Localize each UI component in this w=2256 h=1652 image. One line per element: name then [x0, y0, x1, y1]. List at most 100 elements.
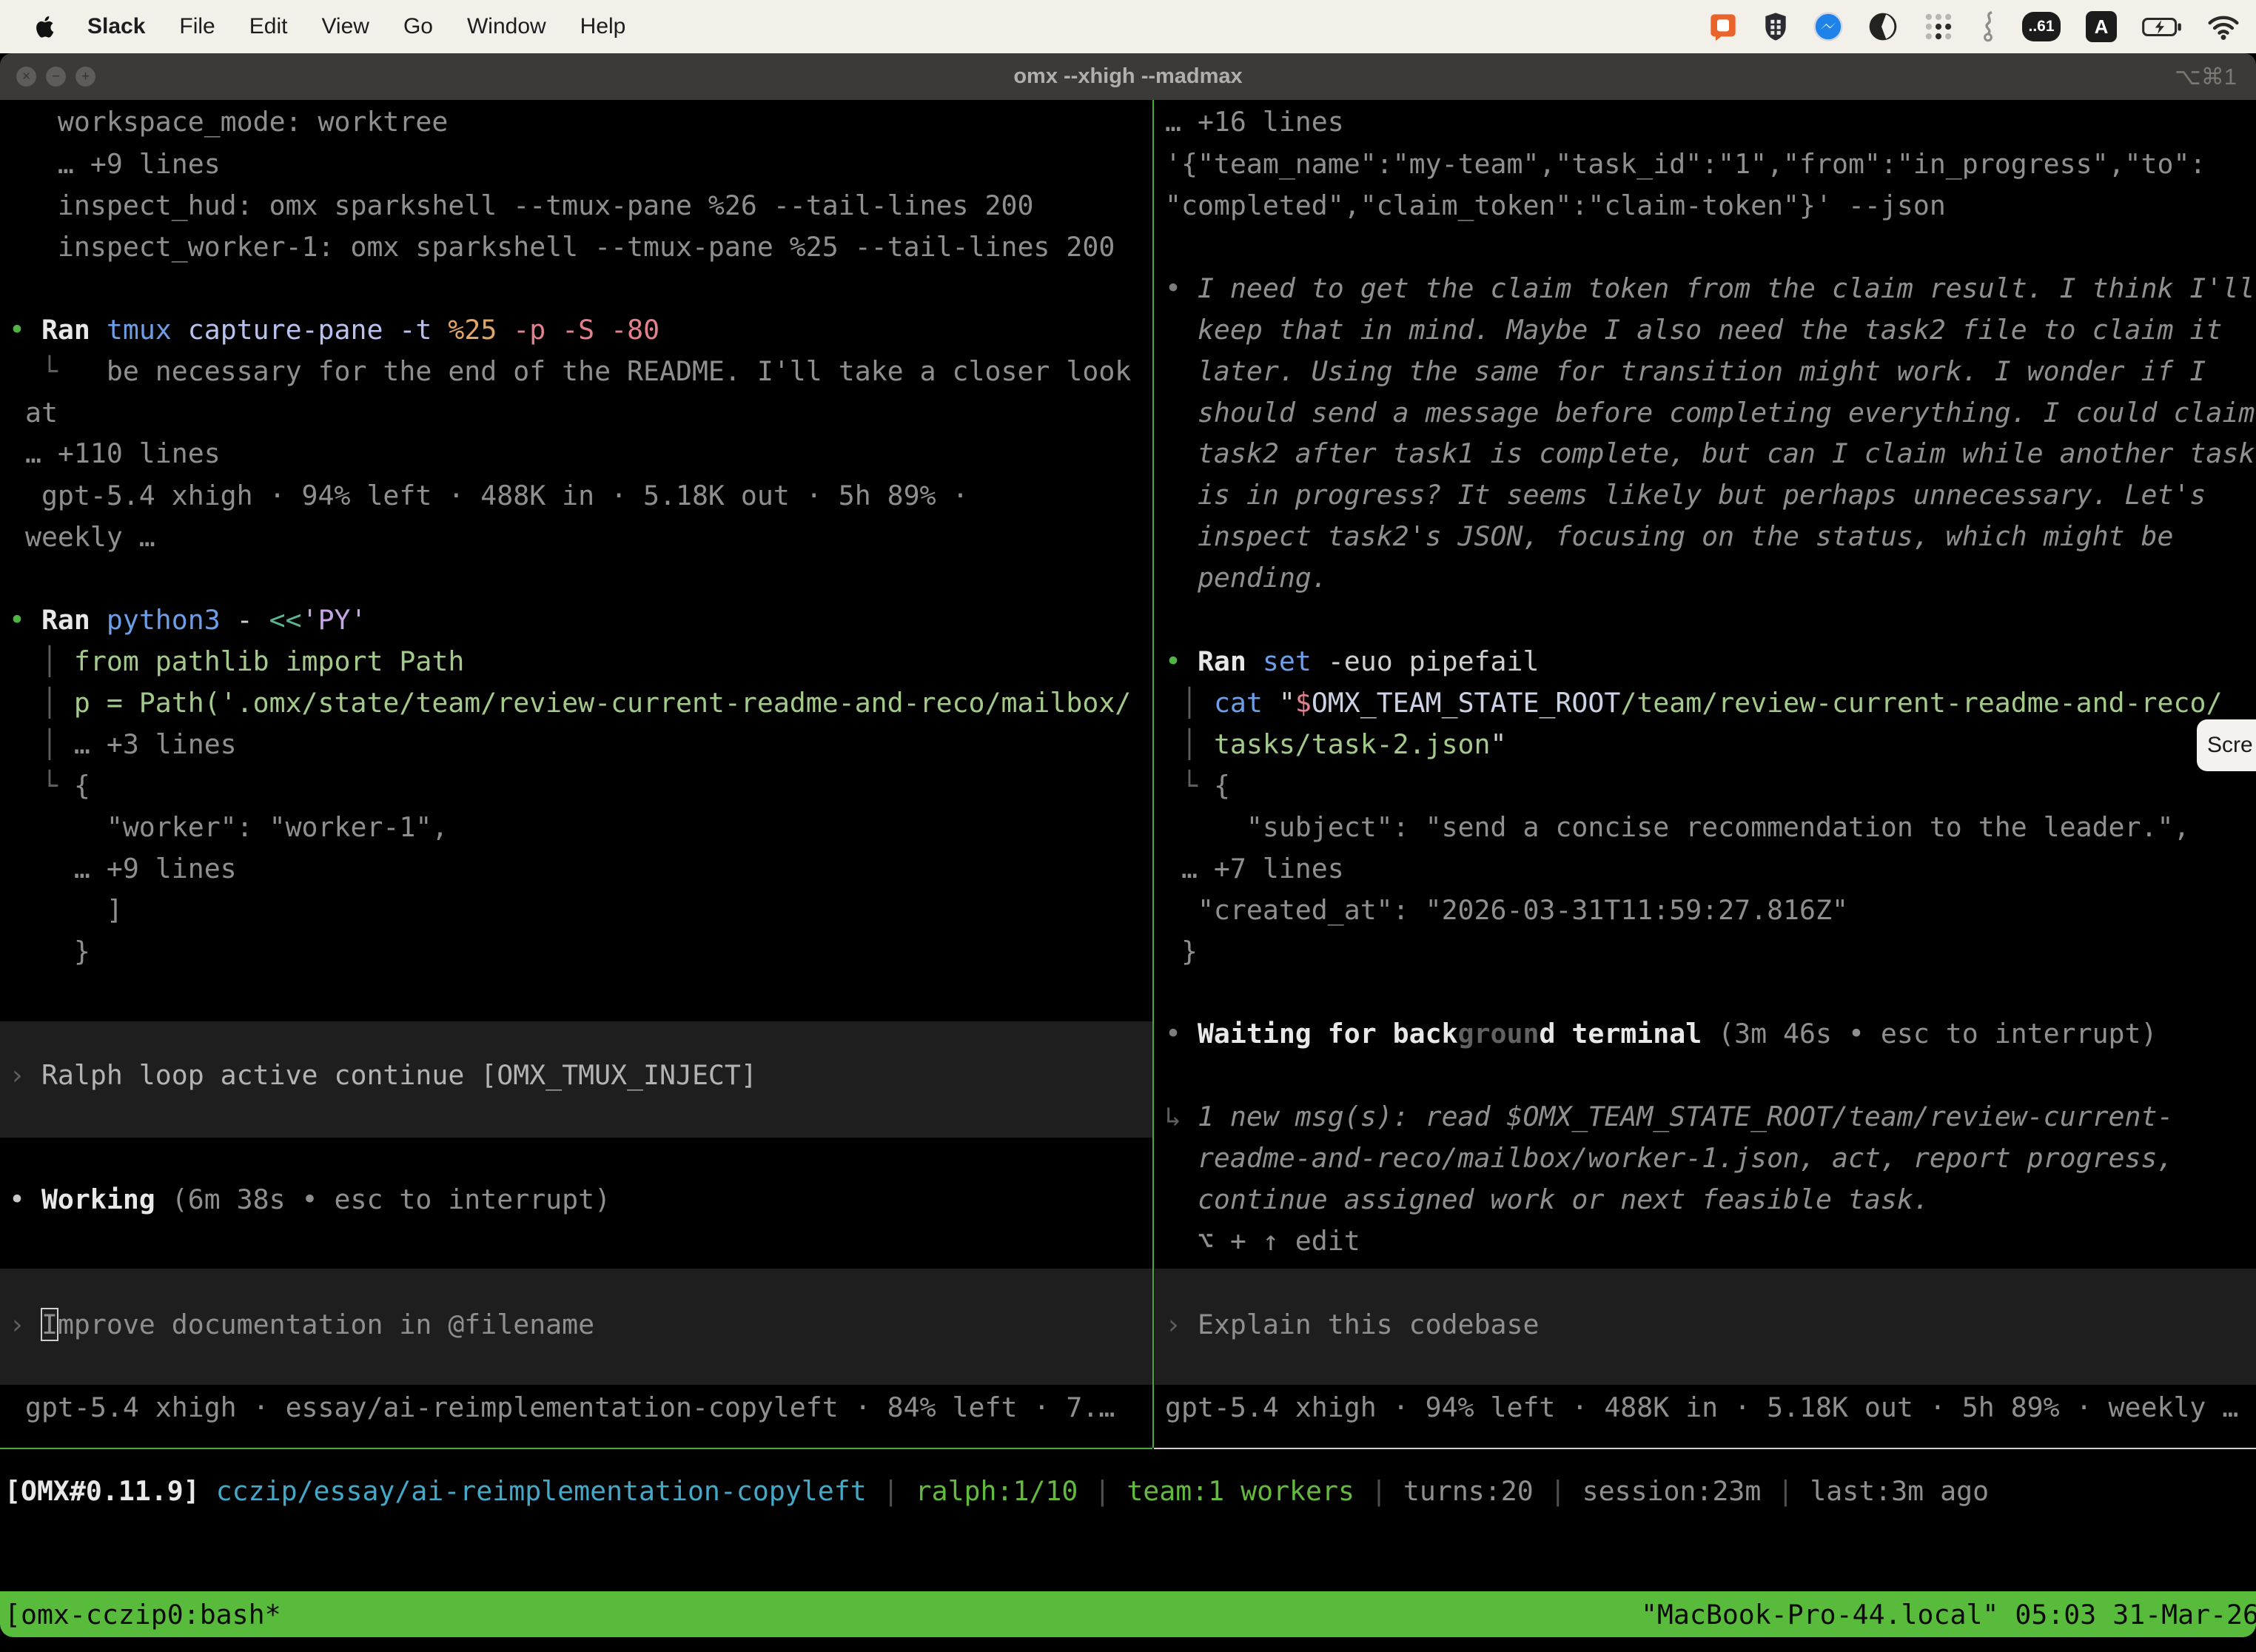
terminal-window: omx --xhigh --madmax ⌥⌘1 workspace_mode:…: [0, 53, 2256, 1637]
ralph-loop-row[interactable]: › Ralph loop active continue [OMX_TMUX_I…: [0, 1021, 1152, 1138]
terminal-line: inspect_hud: omx sparkshell --tmux-pane …: [9, 185, 1033, 226]
terminal-line: }: [1165, 931, 1198, 973]
pane-border-horizontal-right: [1154, 1448, 2256, 1449]
text-segment: (3m 46s • esc to interrupt): [1702, 1018, 2157, 1050]
text-segment: }: [1165, 936, 1198, 967]
tmux-status-bar: [omx-cczip0:bash* "MacBook-Pro-44.local"…: [0, 1591, 2256, 1637]
terminal-line: │ from pathlib import Path: [9, 641, 464, 682]
text-segment: <<: [269, 604, 302, 636]
terminal-line: is in progress? It seems likely but perh…: [1165, 474, 2206, 516]
terminal-line: gpt-5.4 xhigh · 94% left · 488K in · 5.1…: [9, 475, 969, 517]
right-terminal-pane[interactable]: … +16 lines'{"team_name":"my-team","task…: [1155, 100, 2256, 1448]
suggestion-row[interactable]: › Explain this codebase: [1155, 1269, 2256, 1385]
text-segment: |: [1534, 1475, 1582, 1507]
text-segment: gpt-5.4 xhigh · 94% left · 488K in · 5.1…: [9, 480, 969, 511]
text-segment: ›: [9, 1309, 41, 1340]
text-segment: Ran: [1198, 645, 1246, 677]
menu-item-view[interactable]: View: [321, 14, 369, 39]
monitor-badge-icon[interactable]: ..61: [2022, 12, 2061, 41]
terminal-line: • Ran tmux capture-pane -t %25 -p -S -80: [9, 309, 659, 351]
terminal-line: gpt-5.4 xhigh · 94% left · 488K in · 5.1…: [1165, 1387, 2238, 1428]
left-terminal-pane[interactable]: workspace_mode: worktree … +9 lines insp…: [0, 100, 1152, 1448]
terminal-line: inspect_worker-1: omx sparkshell --tmux-…: [9, 226, 1115, 268]
pane-border-vertical[interactable]: [1152, 100, 1154, 1448]
text-segment: ↳: [1165, 1101, 1198, 1132]
shield-icon[interactable]: [1763, 12, 1788, 41]
battery-icon[interactable]: [2142, 17, 2182, 37]
text-segment: readme-and-reco/mailbox/worker-1.json, a…: [1165, 1142, 2173, 1174]
terminal-line: └ {: [1165, 765, 1230, 807]
screen-recording-notification[interactable]: Scre: [2197, 719, 2256, 771]
wifi-icon[interactable]: [2207, 13, 2240, 41]
text-segment: [OMX#0.11.9]: [4, 1475, 216, 1507]
notification-bubble-icon[interactable]: [1708, 12, 1738, 41]
text-segment: turns:20: [1403, 1475, 1534, 1507]
menu-item-help[interactable]: Help: [580, 14, 626, 39]
terminal-line: … +9 lines: [9, 848, 237, 890]
arc-browser-icon[interactable]: [1868, 12, 1898, 41]
text-segment: │: [9, 687, 74, 719]
text-segment: OMX_TEAM_STATE_ROOT: [1312, 687, 1621, 719]
menu-item-go[interactable]: Go: [403, 14, 433, 39]
terminal-line: └ {: [9, 765, 90, 807]
text-segment: tmux: [107, 314, 172, 346]
terminal-line: }: [9, 931, 90, 973]
window-title-bar[interactable]: omx --xhigh --madmax ⌥⌘1: [0, 53, 2256, 100]
text-segment: groun: [1458, 1018, 1540, 1050]
text-segment: -euo pipefail: [1312, 645, 1540, 677]
text-segment: python3: [107, 604, 221, 636]
text-segment: should send a message before completing …: [1165, 397, 2255, 429]
terminal-line: ]: [9, 890, 123, 931]
terminal-line: ⌥ + ↑ edit: [1165, 1220, 1360, 1262]
squiggle-icon[interactable]: [1979, 10, 1997, 43]
terminal-line: … +9 lines: [9, 144, 221, 185]
text-segment: inspect_worker-1: omx sparkshell --tmux-…: [9, 231, 1115, 263]
text-segment: Ran: [41, 604, 90, 636]
terminal-line: › Improve documentation in @filename: [9, 1304, 594, 1346]
terminal-line: … +7 lines: [1165, 848, 1344, 890]
text-segment: gpt-5.4 xhigh · essay/ai-reimplementatio…: [9, 1391, 1115, 1423]
text-segment: "subject": "send a concise recommendatio…: [1165, 811, 2189, 843]
text-segment: -p -S -80: [497, 314, 659, 346]
text-segment: inspect_hud: omx sparkshell --tmux-pane …: [9, 189, 1033, 221]
input-source-icon[interactable]: A: [2086, 11, 2117, 42]
terminal-line: › Ralph loop active continue [OMX_TMUX_I…: [9, 1055, 757, 1096]
text-segment: %25: [432, 314, 497, 346]
apple-menu-icon[interactable]: [36, 15, 56, 39]
text-segment: ›: [1165, 1309, 1198, 1340]
terminal-line: │ … +3 lines: [9, 724, 237, 765]
text-segment: session:23m: [1582, 1475, 1762, 1507]
dots-grid-icon[interactable]: [1923, 11, 1954, 42]
terminal-line: keep that in mind. Maybe I also need the…: [1165, 309, 2222, 351]
text-segment: •: [1165, 645, 1198, 677]
prompt-input-row[interactable]: › Improve documentation in @filename: [0, 1269, 1152, 1385]
text-segment: }: [9, 936, 90, 967]
text-segment: ›: [9, 1059, 41, 1091]
terminal-line: │ p = Path('.omx/state/team/review-curre…: [9, 682, 1131, 724]
menu-item-window[interactable]: Window: [467, 14, 546, 39]
messenger-icon[interactable]: [1813, 12, 1843, 41]
text-segment: from pathlib import Path: [74, 645, 464, 677]
text-segment: ": [1491, 728, 1507, 760]
text-segment: d terminal: [1539, 1018, 1702, 1050]
text-segment: p = Path('.omx/state/team/review-current…: [74, 687, 1131, 719]
terminal-line: • Working (6m 38s • esc to interrupt): [9, 1179, 611, 1220]
terminal-line: workspace_mode: worktree: [9, 101, 448, 143]
window-shortcut-hint: ⌥⌘1: [2175, 53, 2237, 100]
menu-item-file[interactable]: File: [179, 14, 215, 39]
terminal-line: … +16 lines: [1165, 101, 1344, 143]
text-segment: Ran: [41, 314, 90, 346]
terminal-line: at: [9, 392, 58, 434]
terminal-line: "created_at": "2026-03-31T11:59:27.816Z": [1165, 890, 1848, 931]
window-title: omx --xhigh --madmax: [0, 53, 2256, 100]
text-segment: inspect task2's JSON, focusing on the st…: [1165, 520, 2173, 552]
text-segment: capture-pane -t: [172, 314, 432, 346]
terminal-line: readme-and-reco/mailbox/worker-1.json, a…: [1165, 1138, 2173, 1179]
menu-item-edit[interactable]: Edit: [249, 14, 288, 39]
terminal-line: "worker": "worker-1",: [9, 807, 448, 848]
terminal-line: '{"team_name":"my-team","task_id":"1","f…: [1165, 144, 2206, 185]
text-segment: 1 new msg(s): read $OMX_TEAM_STATE_ROOT/…: [1198, 1101, 2174, 1132]
menu-item-app[interactable]: Slack: [87, 14, 145, 39]
text-segment: last:3m ago: [1810, 1475, 1989, 1507]
text-segment: └: [9, 355, 107, 387]
